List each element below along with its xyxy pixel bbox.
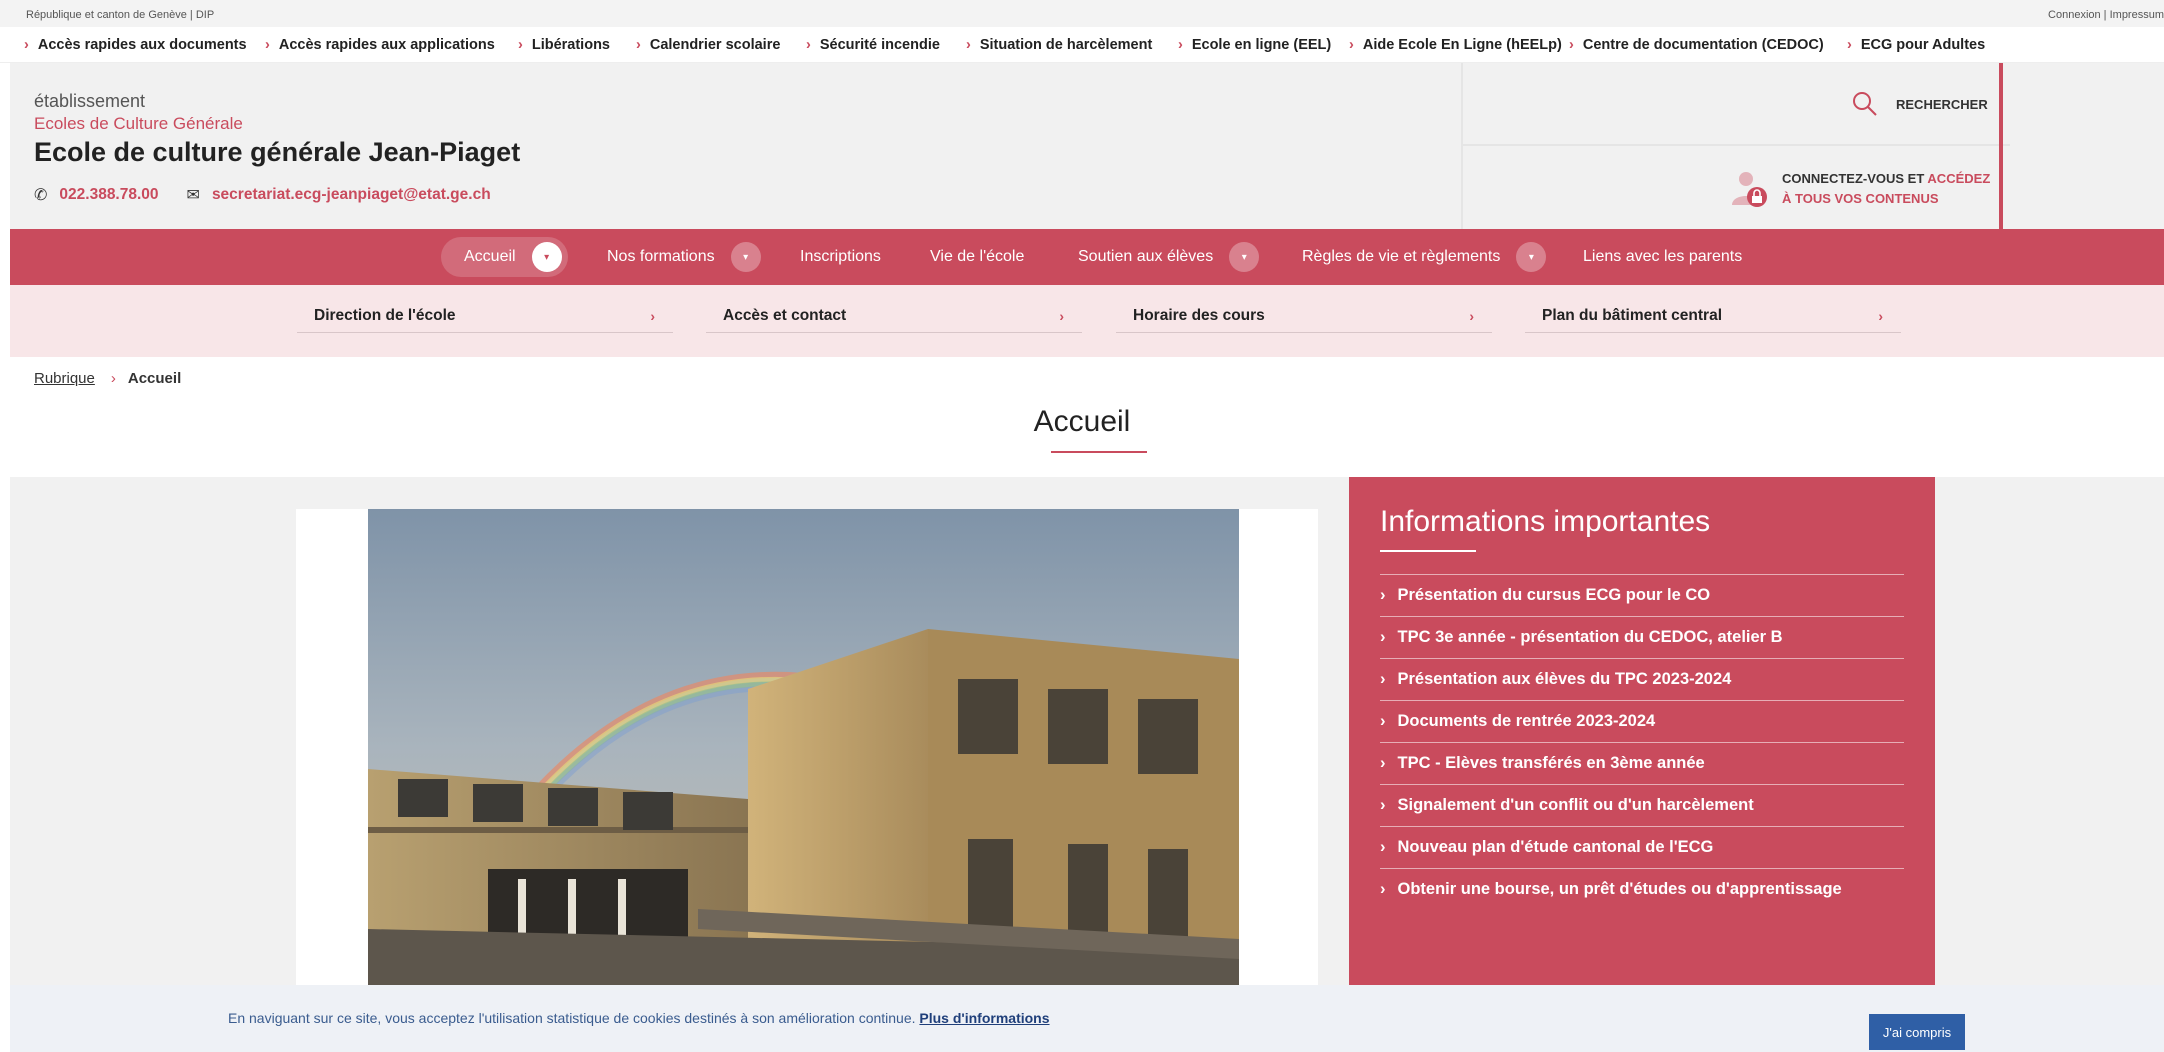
- chevron-right-icon: ›: [650, 307, 655, 324]
- info-link[interactable]: › TPC 3e année - présentation du CEDOC, a…: [1380, 616, 1904, 658]
- search-button[interactable]: RECHERCHER: [1852, 91, 1988, 117]
- quick-link[interactable]: › Sécurité incendie: [806, 37, 940, 53]
- main-content: Informations importantes › Présentation d…: [10, 477, 2164, 1052]
- header-divider: [1463, 144, 2010, 146]
- subnav-item-plan[interactable]: Plan du bâtiment central ›: [1525, 299, 1901, 333]
- hero-image-frame: [296, 509, 1318, 985]
- chevron-right-icon: ›: [1059, 307, 1064, 324]
- quick-link[interactable]: › Aide Ecole En Ligne (hEELp): [1349, 37, 1562, 53]
- top-bar-institution: République et canton de Genève | DIP: [26, 9, 215, 21]
- info-link[interactable]: › Obtenir une bourse, un prêt d'études ou…: [1380, 868, 1904, 910]
- nav-item-vie-ecole[interactable]: Vie de l'école: [930, 229, 1024, 285]
- sub-navigation: Direction de l'école › Accès et contact › …: [10, 285, 2164, 357]
- school-name[interactable]: Ecole de culture générale Jean-Piaget: [34, 137, 520, 168]
- breadcrumb: Rubrique › Accueil: [34, 370, 181, 387]
- nav-item-inscriptions[interactable]: Inscriptions: [800, 229, 881, 285]
- cookie-banner: En naviguant sur ce site, vous acceptez …: [10, 985, 2164, 1052]
- mail-icon: ✉: [186, 187, 200, 204]
- chevron-right-icon: ›: [518, 37, 523, 53]
- chevron-right-icon: ›: [1178, 37, 1183, 53]
- chevron-right-icon: ›: [1380, 628, 1386, 646]
- chevron-right-icon: ›: [1380, 796, 1386, 814]
- chevron-down-icon[interactable]: ▾: [730, 242, 761, 272]
- nav-item-formations[interactable]: Nos formations ▾: [607, 229, 761, 285]
- quick-links-bar: › Accès rapides aux documents › Accès rapi…: [0, 27, 2164, 63]
- chevron-right-icon: ›: [110, 370, 116, 387]
- search-icon: [1853, 92, 1877, 116]
- nav-item-accueil[interactable]: Accueil ▾: [441, 237, 568, 277]
- main-navigation: Accueil ▾ Nos formations ▾ Inscriptions Vi…: [10, 229, 2164, 285]
- nav-item-regles[interactable]: Règles de vie et règlements ▾: [1302, 229, 1547, 285]
- search-label: RECHERCHER: [1896, 96, 1988, 112]
- chevron-down-icon[interactable]: ▾: [1229, 242, 1260, 272]
- login-text-accent: ACCÉDEZ: [1927, 171, 1991, 186]
- title-underline: [1051, 451, 1147, 453]
- cookie-message: En naviguant sur ce site, vous acceptez …: [228, 1010, 1050, 1026]
- email-address[interactable]: secretariat.ecg-jeanpiaget@etat.ge.ch: [212, 186, 491, 204]
- chevron-right-icon: ›: [1380, 838, 1386, 856]
- quick-link[interactable]: › Libérations: [518, 37, 610, 53]
- school-building-photo: [368, 509, 1239, 985]
- chevron-right-icon: ›: [1349, 37, 1354, 53]
- chevron-right-icon: ›: [1469, 307, 1474, 324]
- school-group-link[interactable]: Ecoles de Culture Générale: [34, 114, 243, 134]
- chevron-right-icon: ›: [1380, 670, 1386, 688]
- info-link[interactable]: › TPC - Elèves transférés en 3ème année: [1380, 742, 1904, 784]
- page-title: Accueil: [1033, 405, 1131, 438]
- chevron-right-icon: ›: [24, 37, 29, 53]
- chevron-right-icon: ›: [1569, 37, 1574, 53]
- top-bar: République et canton de Genève | DIP Con…: [0, 0, 2164, 27]
- chevron-right-icon: ›: [1380, 754, 1386, 772]
- info-link[interactable]: › Présentation du cursus ECG pour le CO: [1380, 574, 1904, 616]
- quick-link[interactable]: › ECG pour Adultes: [1847, 37, 1985, 53]
- cookie-more-info-link[interactable]: Plus d'informations: [919, 1010, 1049, 1026]
- info-panel-title: Informations importantes: [1380, 505, 1711, 538]
- chevron-right-icon: ›: [265, 37, 270, 53]
- info-link[interactable]: › Documents de rentrée 2023-2024: [1380, 700, 1904, 742]
- chevron-right-icon: ›: [1847, 37, 1852, 53]
- user-lock-icon: [1732, 172, 1767, 207]
- chevron-right-icon: ›: [1380, 712, 1386, 730]
- info-title-underline: [1380, 550, 1476, 552]
- chevron-right-icon: ›: [1380, 880, 1386, 898]
- establishment-label: établissement: [34, 91, 146, 111]
- contact-info: ✆ 022.388.78.00 ✉ secretariat.ecg-jeanpi…: [34, 185, 491, 205]
- info-list: › Présentation du cursus ECG pour le CO ›…: [1380, 574, 1904, 910]
- chevron-down-icon[interactable]: ▾: [531, 242, 562, 272]
- breadcrumb-root[interactable]: Rubrique: [34, 370, 95, 387]
- nav-item-soutien[interactable]: Soutien aux élèves ▾: [1078, 229, 1260, 285]
- chevron-right-icon: ›: [1380, 586, 1386, 604]
- chevron-right-icon: ›: [966, 37, 971, 53]
- quick-link[interactable]: › Centre de documentation (CEDOC): [1569, 37, 1824, 53]
- info-link[interactable]: › Signalement d'un conflit ou d'un harcèl…: [1380, 784, 1904, 826]
- quick-link[interactable]: › Situation de harcèlement: [966, 37, 1152, 53]
- header-accent-bar: [1999, 63, 2003, 229]
- quick-link[interactable]: › Ecole en ligne (EEL): [1178, 37, 1331, 53]
- important-info-panel: Informations importantes › Présentation d…: [1349, 477, 1935, 985]
- site-header: établissement Ecoles de Culture Générale…: [10, 63, 2164, 229]
- cookie-accept-button[interactable]: J'ai compris: [1869, 1014, 1965, 1050]
- subnav-item-horaire[interactable]: Horaire des cours ›: [1116, 299, 1492, 333]
- quick-link[interactable]: › Accès rapides aux applications: [265, 37, 495, 53]
- top-bar-links[interactable]: Connexion | Impressum: [2048, 9, 2164, 21]
- subnav-item-acces[interactable]: Accès et contact ›: [706, 299, 1082, 333]
- phone-icon: ✆: [34, 187, 48, 204]
- login-text-line2: À TOUS VOS CONTENUS: [1782, 191, 1939, 206]
- quick-link[interactable]: › Accès rapides aux documents: [24, 37, 247, 53]
- info-link[interactable]: › Présentation aux élèves du TPC 2023-202…: [1380, 658, 1904, 700]
- info-link[interactable]: › Nouveau plan d'étude cantonal de l'ECG: [1380, 826, 1904, 868]
- login-text: CONNECTEZ-VOUS ET: [1782, 171, 1928, 186]
- chevron-right-icon: ›: [1878, 307, 1883, 324]
- header-divider: [1461, 63, 1463, 229]
- subnav-item-direction[interactable]: Direction de l'école ›: [297, 299, 673, 333]
- nav-item-parents[interactable]: Liens avec les parents: [1583, 229, 1742, 285]
- breadcrumb-current: Accueil: [127, 370, 182, 387]
- quick-link[interactable]: › Calendrier scolaire: [636, 37, 780, 53]
- school-building-image: [368, 509, 1239, 985]
- chevron-right-icon: ›: [806, 37, 811, 53]
- chevron-right-icon: ›: [636, 37, 641, 53]
- login-link[interactable]: CONNECTEZ-VOUS ET ACCÉDEZ À TOUS VOS CON…: [1730, 169, 1990, 209]
- chevron-down-icon[interactable]: ▾: [1516, 242, 1547, 272]
- phone-number[interactable]: 022.388.78.00: [59, 186, 158, 204]
